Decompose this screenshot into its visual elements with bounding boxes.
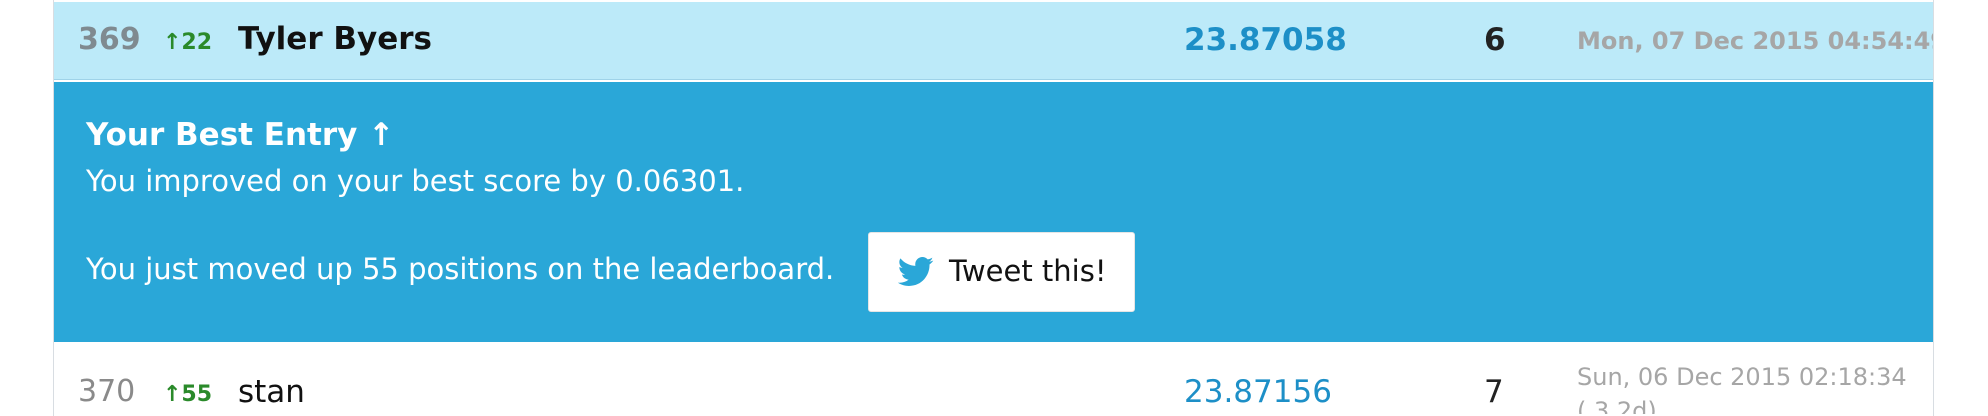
entries-count-cell: 7 [1484,374,1504,410]
last-submission-cell: Sun, 06 Dec 2015 02:18:34 ( 3.2d) [1577,360,1907,414]
twitter-bird-icon [898,257,934,286]
team-name-link[interactable]: stan [238,374,305,410]
score-cell: 23.87058 [1184,22,1347,58]
last-submission-date: Sun, 06 Dec 2015 02:18:34 [1577,363,1907,391]
score-cell: 23.87156 [1184,374,1332,410]
leaderboard-table: 369 ↑22 Tyler Byers 23.87058 6 Mon, 07 D… [53,0,1934,416]
last-submission-cell: Mon, 07 Dec 2015 04:54:49 [1577,27,1934,55]
team-name-link[interactable]: Tyler Byers [238,21,432,57]
leaderboard-row-current-user[interactable]: 369 ↑22 Tyler Byers 23.87058 6 Mon, 07 D… [54,2,1933,80]
best-entry-banner: Your Best Entry ↑ You improved on your b… [54,82,1933,342]
entries-count-cell: 6 [1484,22,1506,58]
last-submission-age: ( 3.2d) [1577,397,1657,414]
improvement-message: You improved on your best score by 0.063… [86,164,745,198]
rank-cell: 370 [78,374,136,409]
rank-change-cell: ↑55 [163,382,213,407]
rank-change-cell: ↑22 [163,30,213,55]
banner-title: Your Best Entry ↑ [86,117,395,153]
position-moved-message: You just moved up 55 positions on the le… [86,252,835,286]
tweet-button-label: Tweet this! [949,254,1107,288]
rank-cell: 369 [78,22,141,57]
leaderboard-row[interactable]: 370 ↑55 stan 23.87156 7 Sun, 06 Dec 2015… [54,342,1933,416]
tweet-this-button[interactable]: Tweet this! [868,232,1135,312]
